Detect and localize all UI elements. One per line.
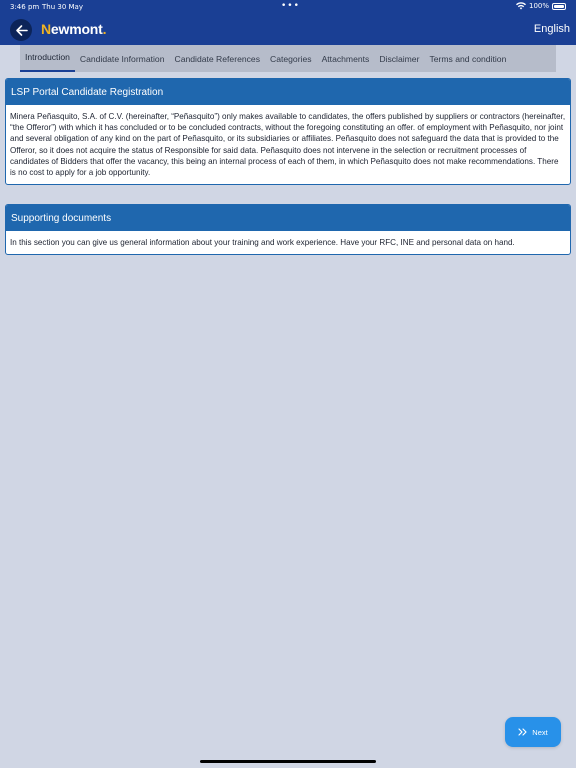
step-tabs: Introduction Candidate Information Candi… <box>20 45 556 72</box>
status-time: 3:46 pm <box>10 3 40 11</box>
supporting-documents-title: Supporting documents <box>6 205 570 231</box>
logo-initial: N <box>41 21 51 37</box>
status-bar: 3:46 pm Thu 30 May ••• 100% <box>0 0 576 14</box>
newmont-logo: Newmont. <box>41 21 107 37</box>
tab-terms-and-condition[interactable]: Terms and condition <box>424 45 511 72</box>
back-button[interactable] <box>10 19 32 41</box>
status-date: Thu 30 May <box>42 3 83 11</box>
registration-card-body: Minera Peñasquito, S.A. of C.V. (hereina… <box>10 112 566 178</box>
tab-candidate-references[interactable]: Candidate References <box>169 45 265 72</box>
tab-introduction[interactable]: Introduction <box>20 45 75 72</box>
tab-attachments[interactable]: Attachments <box>317 45 375 72</box>
supporting-documents-card: Supporting documents In this section you… <box>5 204 571 256</box>
language-selector[interactable]: English <box>534 23 570 35</box>
logo-suffix: . <box>102 21 107 37</box>
wifi-icon <box>515 2 526 10</box>
battery-percent: 100% <box>528 2 549 10</box>
app-header: 3:46 pm Thu 30 May ••• 100% Newmont. Eng… <box>0 0 576 45</box>
tab-categories[interactable]: Categories <box>265 45 317 72</box>
next-button-label: Next <box>532 727 548 737</box>
status-indicators: 100% <box>515 2 566 10</box>
supporting-documents-body: In this section you can give us general … <box>10 238 515 247</box>
next-button[interactable]: Next <box>505 717 561 747</box>
double-chevron-right-icon <box>518 728 527 736</box>
tab-disclaimer[interactable]: Disclaimer <box>374 45 424 72</box>
battery-icon <box>552 2 566 10</box>
registration-card: LSP Portal Candidate Registration Minera… <box>5 78 571 186</box>
registration-card-title: LSP Portal Candidate Registration <box>6 79 570 105</box>
arrow-left-icon <box>15 24 28 36</box>
multitasking-dots-icon[interactable]: ••• <box>281 1 300 11</box>
logo-text: ewmont <box>50 21 103 37</box>
tab-candidate-information[interactable]: Candidate Information <box>75 45 170 72</box>
home-indicator[interactable] <box>200 760 376 763</box>
